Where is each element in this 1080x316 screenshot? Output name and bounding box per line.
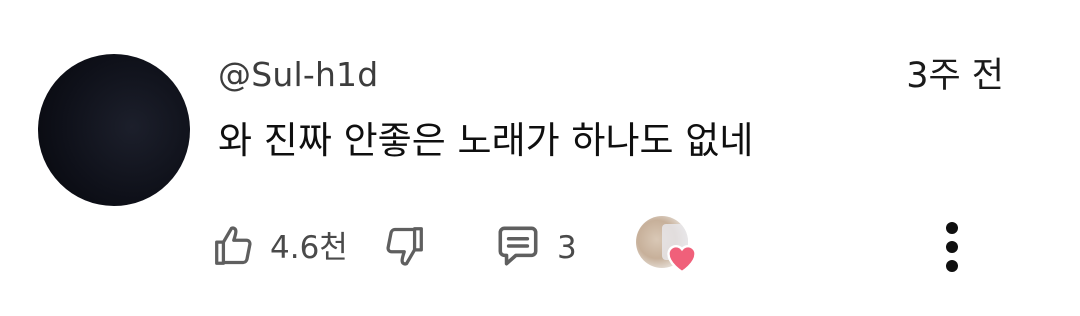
author-avatar[interactable] [38, 54, 190, 206]
heart-icon [664, 240, 700, 274]
like-button[interactable]: 4.6천 [210, 220, 348, 276]
creator-heart-badge [636, 216, 702, 278]
reply-count: 3 [557, 230, 577, 266]
thumbs-up-icon [210, 223, 256, 273]
author-username[interactable]: @Sul-h1d [218, 55, 378, 95]
like-count: 4.6천 [270, 230, 348, 266]
thumbs-down-icon [382, 223, 428, 273]
reply-button[interactable]: 3 [493, 222, 577, 274]
dislike-button[interactable] [382, 220, 428, 276]
comment-timestamp: 3주 전 [906, 56, 1004, 96]
comment-actions: 4.6천 3 [0, 214, 1080, 278]
more-options-button[interactable] [930, 216, 974, 278]
comment-icon [493, 221, 543, 275]
more-vertical-icon [930, 222, 974, 282]
comment-text: 와 진짜 안좋은 노래가 하나도 없네 [218, 119, 754, 162]
